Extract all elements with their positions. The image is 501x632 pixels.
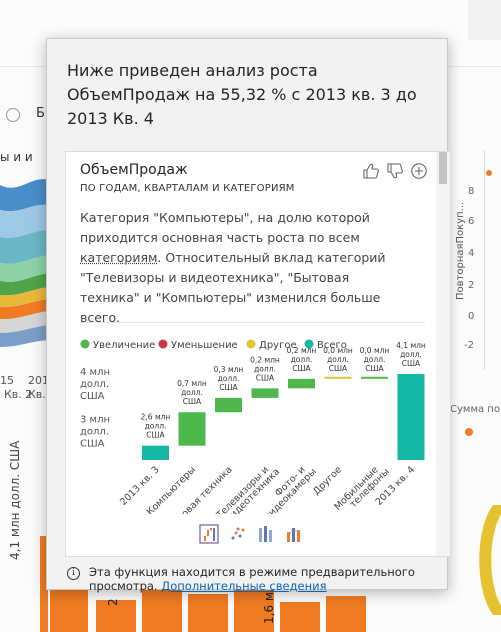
background-y-tick-minus-2: -2 — [464, 340, 474, 351]
card-scrollbar[interactable] — [436, 152, 450, 556]
insights-popup: Ниже приведен анализ роста ОбъемПродаж н… — [46, 38, 451, 593]
preview-notice-text: Эта функция находится в режиме предварит… — [89, 565, 429, 593]
data-label: долл. — [254, 364, 276, 373]
category-label: Другое — [311, 464, 344, 497]
legend-label: Уменьшение — [171, 340, 238, 351]
data-label: США — [219, 383, 238, 392]
data-label: долл. — [291, 355, 313, 364]
scatter-point — [486, 170, 492, 176]
waterfall-bar — [178, 412, 206, 446]
learn-more-link[interactable]: Дополнительные сведения — [161, 579, 326, 593]
waterfall-bar — [361, 376, 388, 379]
background-y-tick-2: 2 — [468, 280, 475, 291]
data-label: 0,0 млн — [323, 346, 353, 355]
background-gauge-fragment — [479, 505, 501, 615]
data-label: 0,0 млн — [360, 346, 390, 355]
background-axis-title: ПовторнаяПокуп... — [455, 201, 466, 300]
data-label: долл. — [400, 350, 422, 359]
data-label: долл. — [327, 355, 349, 364]
waterfall-bar — [397, 374, 425, 460]
scatter-point — [465, 428, 473, 436]
data-label: долл. — [364, 355, 386, 364]
data-label: США — [402, 359, 421, 368]
background-y-tick-4: 4 — [468, 248, 475, 259]
data-label: долл. — [218, 374, 240, 383]
info-icon: i — [67, 567, 80, 580]
data-label: долл. — [145, 422, 167, 431]
background-column-label-1: 2 — [106, 598, 120, 606]
background-sum-label: Сумма по — [450, 404, 500, 415]
data-label: 0,7 млн — [177, 379, 207, 388]
y-tick-label: долл. — [80, 427, 109, 438]
waterfall-bar — [288, 378, 315, 389]
card-description: Категория "Компьютеры", на долю которой … — [80, 208, 410, 328]
column-chart-icon[interactable] — [256, 524, 276, 544]
data-label: 2,6 млн — [141, 413, 171, 422]
legend-swatch — [246, 339, 256, 349]
y-tick-label: 4 млн — [80, 367, 110, 378]
data-label: США — [292, 364, 311, 373]
scrollbar-thumb[interactable] — [439, 152, 447, 184]
data-label: США — [329, 364, 348, 373]
card-subtitle: ПО ГОДАМ, КВАРТАЛАМ И КАТЕГОРИЯМ — [80, 183, 295, 194]
background-letter: Б — [36, 106, 45, 121]
preview-notice: i Эта функция находится в режиме предвар… — [65, 565, 435, 593]
description-link[interactable]: категориям — [80, 250, 157, 265]
add-icon[interactable] — [410, 162, 428, 180]
data-label: 0,3 млн — [214, 365, 244, 374]
waterfall-bar — [251, 388, 279, 398]
waterfall-chart: Увеличение Уменьшение Другое Всего4 млндолл… — [80, 339, 426, 514]
data-label: долл. — [181, 388, 203, 397]
background-ribbon-chart — [0, 179, 50, 347]
background-year-1: 15 — [0, 374, 14, 387]
y-tick-label: США — [80, 439, 105, 450]
data-label: США — [183, 397, 202, 406]
thumbs-down-icon[interactable] — [386, 162, 404, 180]
background-y-tick-6: 6 — [468, 216, 475, 227]
card-title: ОбъемПродаж — [80, 162, 188, 178]
popup-title: Ниже приведен анализ роста ОбъемПродаж н… — [67, 61, 417, 128]
background-left-text: ы и и — [0, 150, 33, 164]
background-y-tick-0: 0 — [468, 311, 475, 322]
data-label: США — [365, 364, 384, 373]
radio-icon — [6, 108, 20, 122]
y-tick-label: 3 млн — [80, 415, 110, 426]
ribbon-chart-icon[interactable] — [284, 524, 304, 544]
waterfall-bar — [142, 445, 169, 460]
background-y-tick-8: 8 — [468, 186, 475, 197]
background-left-label: 4,1 млн долл. США — [8, 440, 22, 560]
waterfall-bar — [215, 397, 242, 413]
insight-card: ОбъемПродаж ПО ГОДАМ, КВАРТАЛАМ И КАТЕГО… — [65, 151, 451, 557]
waterfall-bar — [324, 376, 352, 379]
legend-swatch — [158, 339, 168, 349]
data-label: США — [146, 431, 165, 440]
data-label: 0,2 млн — [250, 355, 280, 364]
data-label: 4,1 млн — [396, 341, 426, 350]
data-label: 0,2 млн — [287, 346, 317, 355]
thumbs-up-icon[interactable] — [362, 162, 380, 180]
waterfall-chart-icon[interactable] — [199, 524, 219, 544]
y-tick-label: США — [80, 391, 105, 402]
description-text: Категория "Компьютеры", на долю которой … — [80, 210, 370, 245]
legend-swatch — [80, 339, 90, 349]
legend-label: Увеличение — [93, 340, 155, 351]
scatter-chart-icon[interactable] — [228, 524, 248, 544]
y-tick-label: долл. — [80, 379, 109, 390]
data-label: США — [256, 373, 275, 382]
